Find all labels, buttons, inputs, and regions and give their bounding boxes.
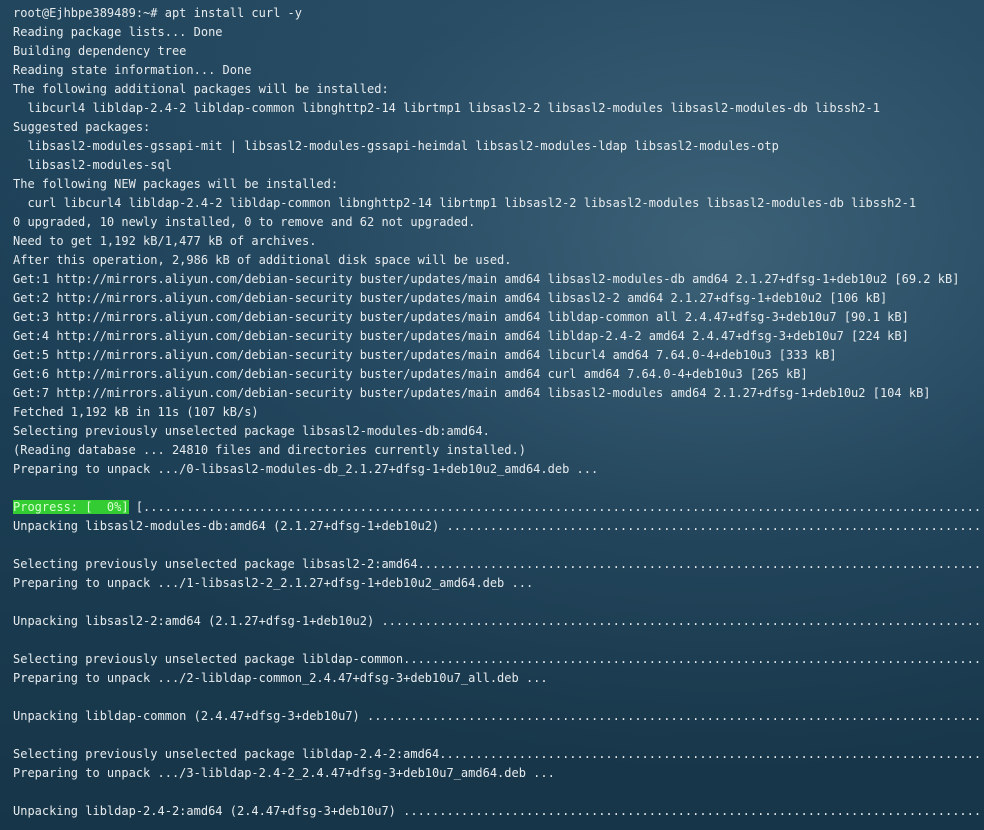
command-prompt: root@Ejhbpe389489:~# apt install curl -y [13, 6, 302, 20]
progress-indicator: Progress: [ 0%] [13, 500, 129, 514]
output-line: The following NEW packages will be insta… [13, 177, 339, 191]
progress-bar: [.......................................… [135, 500, 984, 514]
output-line: Unpacking libldap-common (2.4.47+dfsg-3+… [13, 709, 984, 723]
output-line: The following additional packages will b… [13, 82, 389, 96]
output-line: Get:2 http://mirrors.aliyun.com/debian-s… [13, 291, 888, 305]
output-line: libsasl2-modules-sql [13, 158, 172, 172]
output-line: Selecting previously unselected package … [13, 424, 490, 438]
output-line: Reading state information... Done [13, 63, 252, 77]
progress-line [13, 479, 984, 498]
output-line: Preparing to unpack .../0-libsasl2-modul… [13, 462, 599, 476]
output-line: Selecting previously unselected package … [13, 747, 984, 761]
output-line: After this operation, 2,986 kB of additi… [13, 253, 512, 267]
output-line: Need to get 1,192 kB/1,477 kB of archive… [13, 234, 317, 248]
output-line: Get:3 http://mirrors.aliyun.com/debian-s… [13, 310, 909, 324]
output-line: Get:5 http://mirrors.aliyun.com/debian-s… [13, 348, 837, 362]
output-line: 0 upgraded, 10 newly installed, 0 to rem… [13, 215, 476, 229]
terminal-window[interactable]: root@Ejhbpe389489:~# apt install curl -y… [0, 0, 984, 830]
output-line: Building dependency tree [13, 44, 187, 58]
output-line: Selecting previously unselected package … [13, 652, 984, 666]
output-line: Fetched 1,192 kB in 11s (107 kB/s) [13, 405, 259, 419]
output-line: Preparing to unpack .../3-libldap-2.4-2_… [13, 766, 555, 780]
output-line: Suggested packages: [13, 120, 151, 134]
terminal-output: Reading package lists... Done Building de… [13, 23, 984, 479]
output-line: Preparing to unpack .../1-libsasl2-2_2.1… [13, 576, 534, 590]
output-line: libcurl4 libldap-2.4-2 libldap-common li… [13, 101, 880, 115]
output-line: Selecting previously unselected package … [13, 557, 984, 571]
output-line: Reading package lists... Done [13, 25, 223, 39]
output-line: Get:1 http://mirrors.aliyun.com/debian-s… [13, 272, 960, 286]
output-line: Get:4 http://mirrors.aliyun.com/debian-s… [13, 329, 909, 343]
output-line: curl libcurl4 libldap-2.4-2 libldap-comm… [13, 196, 917, 210]
output-line: libsasl2-modules-gssapi-mit | libsasl2-m… [13, 139, 779, 153]
output-line: Unpacking libsasl2-2:amd64 (2.1.27+dfsg-… [13, 614, 984, 628]
output-line: Get:6 http://mirrors.aliyun.com/debian-s… [13, 367, 808, 381]
progress-line: Progress: [ 0%] [.......................… [13, 498, 984, 517]
output-line: Unpacking libsasl2-modules-db:amd64 (2.1… [13, 519, 984, 533]
output-line: Get:7 http://mirrors.aliyun.com/debian-s… [13, 386, 931, 400]
output-line: Unpacking libldap-2.4-2:amd64 (2.4.47+df… [13, 804, 984, 818]
terminal-output-after: Unpacking libsasl2-modules-db:amd64 (2.1… [13, 517, 984, 821]
output-line: Preparing to unpack .../2-libldap-common… [13, 671, 548, 685]
output-line: (Reading database ... 24810 files and di… [13, 443, 526, 457]
